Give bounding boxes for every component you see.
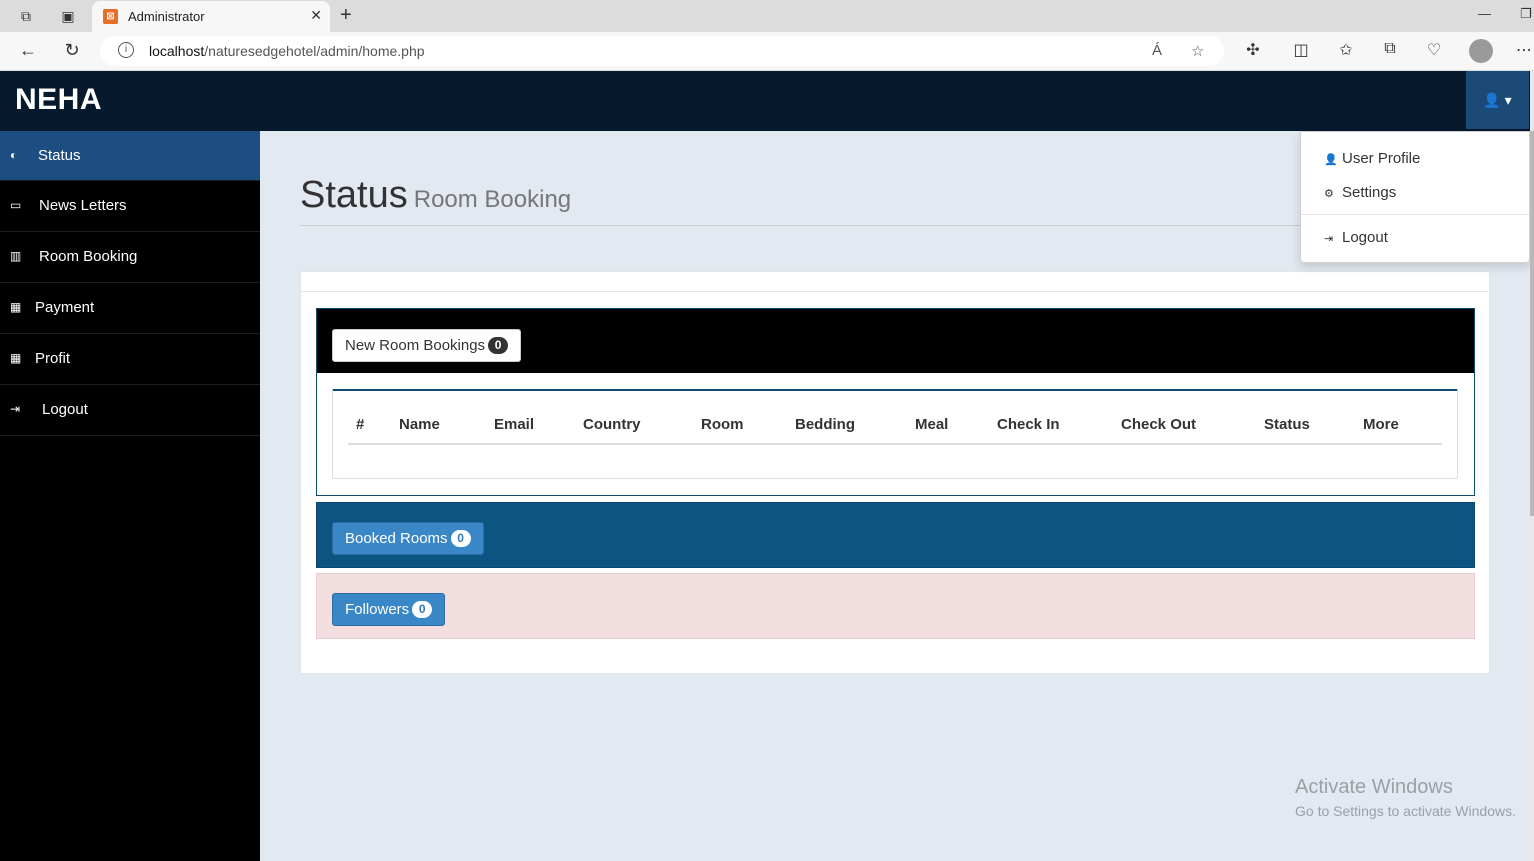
split-screen-icon[interactable]: ◫ [1290,40,1312,60]
sign-out-icon: ⇥ [10,402,21,416]
booked-rooms-panel: Booked Rooms 0 [316,502,1475,568]
user-menu-toggle[interactable]: 👤 ▾ [1466,71,1529,129]
menu-item-settings[interactable]: ⚙ Settings [1324,184,1396,201]
sidebar-item-logout[interactable]: ⇥ Logout [0,385,260,436]
browser-tab-bar: ⧉ ▣ ⊠ Administrator ✕ + — ❐ [0,0,1534,32]
menu-item-logout[interactable]: ⇥ Logout [1324,229,1388,246]
bookings-table-header: # Name Email Country Room Bedding Meal C… [348,413,1442,445]
minimize-icon[interactable]: — [1478,6,1491,21]
followers-panel: Followers 0 [316,573,1475,639]
page-title: Status Room Booking [300,174,572,216]
favorites-icon[interactable]: ✩ [1335,40,1357,60]
browser-essentials-icon[interactable]: ♡ [1423,40,1445,60]
browser-toolbar: ← ↻ i localhost/naturesedgehotel/admin/h… [0,32,1534,71]
panel-heading-divider [301,291,1489,292]
sidebar-item-label: Logout [42,401,88,418]
user-icon: 👤 [1483,92,1501,108]
collections-icon[interactable]: ⧉ [1379,40,1401,58]
new-bookings-heading: New Room Bookings 0 [317,309,1474,373]
sidebar-item-news-letters[interactable]: ▭ News Letters [0,181,260,232]
profile-avatar[interactable] [1469,39,1493,63]
column-header: Room [701,416,744,433]
desktop-icon: ▭ [10,198,22,212]
column-header: More [1363,416,1399,433]
url-text[interactable]: localhost/naturesedgehotel/admin/home.ph… [149,43,425,59]
qrcode-icon: ▦ [10,351,22,365]
watermark-title: Activate Windows [1295,776,1453,798]
new-tab-icon[interactable]: + [340,4,352,27]
column-header: Email [494,416,535,433]
followers-label: Followers [345,601,410,618]
sidebar-item-label: News Letters [39,197,127,214]
bookings-table: # Name Email Country Room Bedding Meal C… [332,389,1458,479]
sidebar-item-label: Profit [35,350,71,367]
workspaces-icon[interactable]: ⧉ [16,6,36,26]
sidebar-item-profit[interactable]: ▦ Profit [0,334,260,385]
scrollbar-thumb[interactable] [1530,131,1534,516]
column-header: # [356,416,365,433]
sidebar-item-label: Room Booking [39,248,138,265]
column-header: Name [399,416,440,433]
new-room-bookings-label: New Room Bookings [345,337,486,354]
more-options-icon[interactable]: ⋯ [1513,40,1534,60]
qrcode-icon: ▦ [10,300,22,314]
brand-logo[interactable]: NEHA [15,83,102,117]
restore-icon[interactable]: ❐ [1520,6,1532,22]
booked-rooms-count-badge: 0 [450,530,471,547]
address-bar[interactable]: i localhost/naturesedgehotel/admin/home.… [100,36,1224,66]
column-header: Country [583,416,641,433]
page-subtitle: Room Booking [413,186,572,213]
app-header: NEHA 👤 ▾ [0,71,1534,131]
extensions-icon[interactable]: ✣ [1242,40,1264,60]
column-header: Meal [915,416,949,433]
favorite-star-icon[interactable]: ☆ [1191,42,1204,60]
activate-windows-watermark: Activate Windows Go to Settings to activ… [1295,776,1516,819]
booked-rooms-button[interactable]: Booked Rooms 0 [332,522,484,555]
site-info-icon[interactable]: i [118,42,134,58]
sidebar-item-status[interactable]: ◐ Status [0,131,260,181]
user-icon: 👤 [1324,154,1338,166]
tab-actions-icon[interactable]: ▣ [58,6,78,26]
read-aloud-icon[interactable]: Á [1152,42,1162,59]
dashboard-icon: ◐ [10,148,18,162]
followers-button[interactable]: Followers 0 [332,593,446,626]
menu-divider [1301,214,1529,215]
new-bookings-count-badge: 0 [488,337,509,354]
column-header: Check Out [1121,416,1197,433]
close-tab-icon[interactable]: ✕ [310,7,322,24]
browser-tab[interactable]: ⊠ Administrator ✕ [92,1,330,32]
new-bookings-panel: New Room Bookings 0 # Name Email Country … [316,308,1475,496]
tab-title: Administrator [128,9,205,24]
sign-out-icon: ⇥ [1324,233,1334,245]
caret-down-icon: ▾ [1504,92,1512,108]
status-panel: New Room Bookings 0 # Name Email Country … [300,271,1490,674]
sidebar-item-room-booking[interactable]: ▥ Room Booking [0,232,260,283]
column-header: Status [1264,416,1310,433]
booked-rooms-label: Booked Rooms [345,530,448,547]
column-header: Check In [997,416,1060,433]
back-icon[interactable]: ← [16,40,40,61]
new-room-bookings-button[interactable]: New Room Bookings 0 [332,329,522,362]
xampp-favicon-icon: ⊠ [103,9,118,24]
refresh-icon[interactable]: ↻ [60,40,84,61]
menu-item-user-profile[interactable]: 👤 User Profile [1324,150,1420,167]
sidebar-item-label: Payment [35,299,95,316]
gear-icon: ⚙ [1324,188,1334,200]
sidebar-item-label: Status [38,147,81,164]
sidebar-item-payment[interactable]: ▦ Payment [0,283,260,334]
sidebar: ◐ Status ▭ News Letters ▥ Room Booking ▦… [0,131,260,861]
bar-chart-icon: ▥ [10,249,22,263]
user-dropdown-menu: 👤 User Profile ⚙ Settings ⇥ Logout [1300,131,1530,263]
followers-count-badge: 0 [412,601,433,618]
column-header: Bedding [795,416,855,433]
watermark-subtitle: Go to Settings to activate Windows. [1295,803,1516,819]
